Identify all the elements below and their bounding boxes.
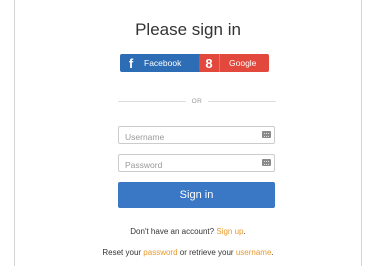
username-field-wrapper xyxy=(118,126,275,145)
google-icon: 8 xyxy=(199,54,220,72)
facebook-login-button[interactable]: f Facebook xyxy=(120,54,205,72)
reset-middle: or retrieve your xyxy=(179,248,234,257)
page-title: Please sign in xyxy=(135,20,241,39)
signup-prefix: Don't have an account? xyxy=(130,227,215,236)
reset-prefix: Reset your xyxy=(102,248,142,257)
keyboard-icon[interactable] xyxy=(262,159,271,166)
sign-in-button[interactable]: Sign in xyxy=(118,182,275,208)
login-panel: Please sign in f Facebook 8 Google OR Si… xyxy=(14,0,362,266)
facebook-label: Facebook xyxy=(144,58,182,68)
signup-prompt: Don't have an account? Sign up. xyxy=(15,227,361,236)
password-reset-link[interactable]: password xyxy=(143,248,177,257)
password-input[interactable] xyxy=(119,157,255,173)
keyboard-icon[interactable] xyxy=(262,131,271,138)
sign-up-link[interactable]: Sign up xyxy=(216,227,243,236)
reset-suffix: . xyxy=(271,248,274,257)
password-field-wrapper xyxy=(118,154,275,173)
reset-prompt: Reset your password or retrieve your use… xyxy=(15,248,361,257)
facebook-icon: f xyxy=(128,55,134,71)
google-login-button[interactable]: 8 Google xyxy=(199,54,269,72)
divider-line-right xyxy=(208,101,276,102)
google-label: Google xyxy=(229,58,257,68)
username-input[interactable] xyxy=(119,129,255,145)
or-divider: OR xyxy=(118,95,276,109)
username-retrieve-link[interactable]: username xyxy=(236,248,272,257)
signup-suffix: . xyxy=(243,227,246,236)
